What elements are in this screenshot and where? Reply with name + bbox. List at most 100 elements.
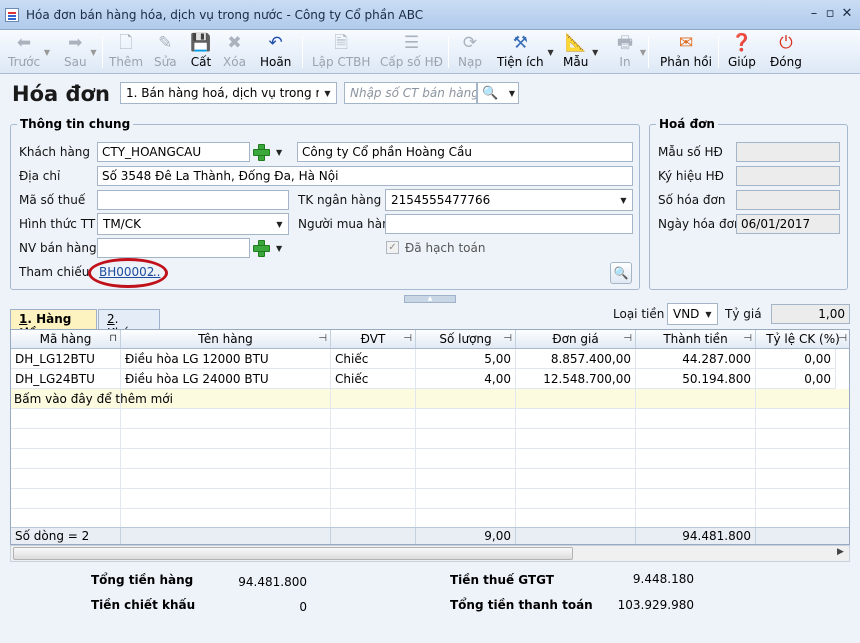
invoice-number-field[interactable]: [736, 190, 840, 210]
invoice-number-label: Số hóa đơn: [658, 193, 726, 207]
column-header-discount-rate[interactable]: Tỷ lệ CK (%) ⊣: [756, 330, 849, 349]
print-button[interactable]: 🖶 In ▼: [614, 32, 646, 72]
pin-icon[interactable]: ⊣: [838, 330, 847, 348]
edit-document-icon: ✎: [158, 32, 173, 53]
buyer-field[interactable]: [385, 214, 633, 234]
chevron-down-icon[interactable]: ▼: [592, 48, 598, 57]
save-button[interactable]: 💾 Cất: [190, 32, 212, 72]
column-header-unit-price[interactable]: Đơn giá ⊣: [516, 330, 636, 349]
column-header-item-name[interactable]: Tên hàng ⊣: [121, 330, 331, 349]
pin-icon[interactable]: ⊣: [403, 330, 412, 348]
pin-icon[interactable]: ⊣: [623, 330, 632, 348]
scrollbar-thumb[interactable]: [13, 547, 573, 560]
add-button[interactable]: 🗋 Thêm: [109, 32, 143, 72]
new-document-icon: 🗋: [119, 32, 133, 53]
chevron-down-icon[interactable]: ▼: [506, 83, 518, 103]
chevron-down-icon[interactable]: ▼: [700, 304, 717, 324]
tab-other[interactable]: 2. Khác: [98, 309, 160, 340]
posted-label: Đã hạch toán: [405, 241, 486, 255]
delete-document-icon: ✖: [227, 32, 242, 53]
chevron-down-icon[interactable]: ▼: [276, 244, 282, 253]
invoice-group-title: Hoá đơn: [656, 117, 718, 131]
customer-label: Khách hàng: [19, 145, 91, 159]
forward-button[interactable]: ➡ Sau ▼: [64, 32, 97, 72]
document-icon: 🗎: [334, 32, 349, 53]
row-count: Số dòng = 2: [11, 528, 121, 544]
window-title: Hóa đơn bán hàng hóa, dịch vụ trong nước…: [26, 7, 424, 22]
invoice-symbol-field[interactable]: [736, 166, 840, 186]
load-button[interactable]: ⟳ Nạp: [458, 32, 482, 72]
invoice-symbol-label: Ký hiệu HĐ: [658, 169, 724, 183]
minimize-button[interactable]: –: [807, 6, 821, 20]
currency-select[interactable]: VND ▼: [667, 303, 718, 325]
form-number-field[interactable]: [736, 142, 840, 162]
undo-icon: ↶: [268, 32, 283, 53]
total-payment-label: Tổng tiền thanh toán: [450, 598, 593, 612]
pin-icon[interactable]: ⊣: [318, 330, 327, 348]
undo-button[interactable]: ↶ Hoãn: [260, 32, 291, 72]
payment-method-select[interactable]: TM/CK ▼: [97, 213, 289, 235]
sales-staff-field[interactable]: [97, 238, 250, 258]
maximize-button[interactable]: ▫: [823, 6, 837, 20]
payment-method-label: Hình thức TT: [19, 217, 96, 231]
chevron-down-icon[interactable]: ▼: [276, 148, 282, 157]
add-row-prompt[interactable]: Bấm vào đây để thêm mới: [11, 389, 849, 409]
utilities-button[interactable]: ⚒ Tiện ích ▼: [497, 32, 554, 72]
edit-button[interactable]: ✎ Sửa: [154, 32, 177, 72]
chevron-down-icon[interactable]: ▼: [90, 48, 96, 57]
back-button[interactable]: ⬅ Trước ▼: [8, 32, 50, 72]
chevron-down-icon[interactable]: ▼: [615, 190, 632, 210]
column-header-amount[interactable]: Thành tiền ⊣: [636, 330, 756, 349]
customer-name-field[interactable]: Công ty Cổ phần Hoàng Cầu: [297, 142, 633, 162]
customer-code-field[interactable]: CTY_HOANGCAU: [97, 142, 250, 162]
delete-button[interactable]: ✖ Xóa: [223, 32, 246, 72]
chevron-down-icon[interactable]: ▼: [547, 48, 553, 57]
address-label: Địa chỉ: [19, 169, 61, 183]
invoice-type-select[interactable]: 1. Bán hàng hoá, dịch vụ trong nước ▼: [120, 82, 337, 104]
feedback-button[interactable]: ✉ Phản hồi: [660, 32, 712, 72]
collapse-splitter[interactable]: ▲: [404, 295, 456, 303]
add-reference-button[interactable]: 🔍: [610, 262, 632, 284]
help-icon: ❓: [731, 32, 753, 53]
create-ctbh-button[interactable]: 🗎 Lập CTBH: [312, 32, 370, 72]
document-list-icon: ☰: [403, 32, 420, 53]
vat-label: Tiền thuế GTGT: [450, 573, 554, 587]
column-header-unit[interactable]: ĐVT ⊣: [331, 330, 416, 349]
close-window-button[interactable]: ✕: [840, 6, 854, 20]
toolbar: ⬅ Trước ▼ ➡ Sau ▼ 🗋 Thêm ✎ Sửa 💾 Cất ✖ Xóa ↶ Hoãn…: [0, 30, 860, 74]
sales-staff-label: NV bán hàng: [19, 241, 97, 255]
discount-value: 0: [299, 600, 307, 614]
tab-goods-money[interactable]: 1. Hàng tiền: [10, 309, 97, 340]
chevron-down-icon[interactable]: ▼: [319, 83, 336, 103]
search-input[interactable]: Nhập số CT bán hàng: [344, 82, 477, 104]
chevron-down-icon[interactable]: ▼: [44, 48, 50, 57]
template-button[interactable]: 📐 Mẫu ▼: [563, 32, 598, 72]
scroll-right-icon[interactable]: ▶: [837, 547, 844, 557]
pin-icon[interactable]: ⊓: [109, 330, 117, 348]
search-button[interactable]: 🔍 ▼: [477, 82, 519, 104]
tax-code-field[interactable]: [97, 190, 289, 210]
search-icon: 🔍: [482, 85, 499, 101]
total-goods-label: Tổng tiền hàng: [91, 573, 194, 587]
chevron-down-icon[interactable]: ▼: [271, 214, 288, 234]
column-header-item-code[interactable]: Mã hàng ⊓: [11, 330, 121, 349]
help-button[interactable]: ❓ Giúp: [728, 32, 756, 72]
refresh-icon: ⟳: [462, 32, 478, 53]
invoice-date-field[interactable]: 06/01/2017: [736, 214, 840, 234]
add-sales-staff-icon[interactable]: [252, 239, 270, 257]
currency-label: Loại tiền: [613, 307, 665, 321]
posted-checkbox[interactable]: ✓: [386, 241, 399, 254]
total-goods-value: 94.481.800: [238, 575, 307, 589]
horizontal-scrollbar[interactable]: ▶: [10, 545, 850, 562]
column-header-quantity[interactable]: Số lượng ⊣: [416, 330, 516, 349]
address-field[interactable]: Số 3548 Đê La Thành, Đống Đa, Hà Nội: [97, 166, 633, 186]
general-info-title: Thông tin chung: [17, 117, 134, 131]
pin-icon[interactable]: ⊣: [503, 330, 512, 348]
close-button[interactable]: ⏻ Đóng: [770, 32, 802, 72]
pin-icon[interactable]: ⊣: [743, 330, 752, 348]
bank-account-select[interactable]: 2154555477766 ▼: [385, 189, 633, 211]
issue-invoice-number-button[interactable]: ☰ Cấp số HĐ: [380, 32, 443, 72]
chevron-down-icon[interactable]: ▼: [640, 48, 646, 57]
exchange-rate-field[interactable]: 1,00: [771, 304, 850, 324]
add-customer-icon[interactable]: [252, 143, 270, 161]
